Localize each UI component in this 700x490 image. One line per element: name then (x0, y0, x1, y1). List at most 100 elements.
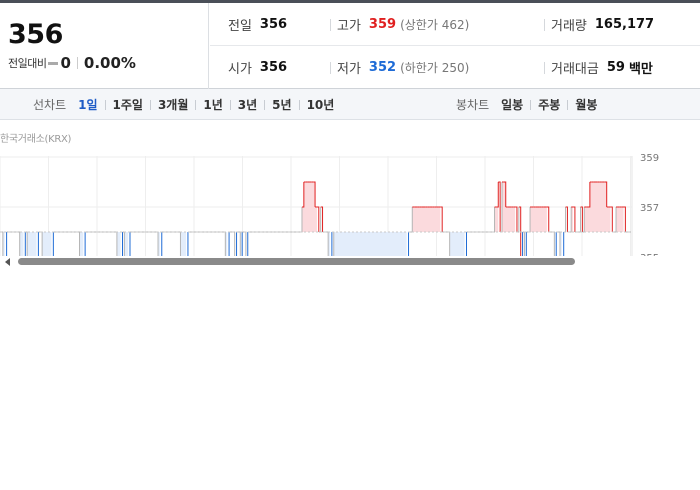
high-label: 고가 (337, 19, 361, 34)
current-price: 356 (8, 19, 63, 50)
volume: 거래량 165,177 (544, 3, 654, 46)
tab-1year[interactable]: 1년 (202, 96, 223, 113)
price-line-segment (465, 232, 467, 256)
tab-daily-candle[interactable]: 일봉 (500, 96, 524, 113)
divider (104, 99, 106, 110)
price-line-segment (326, 231, 329, 256)
price-line-segment (552, 231, 555, 256)
intraday-chart: 359357355 (0, 148, 700, 256)
price-line-segment (563, 207, 567, 233)
volume-label: 거래량 (551, 19, 587, 34)
price-line-segment (228, 232, 230, 256)
tab-10year[interactable]: 10년 (306, 96, 336, 113)
amount-unit: 백만 (628, 62, 653, 77)
price-line-segment (187, 232, 189, 256)
scroll-left-icon[interactable] (5, 258, 10, 266)
up-area (530, 207, 547, 232)
y-tick-label: 359 (640, 153, 659, 164)
price-line-segment (37, 232, 39, 256)
info-grid: 전일 356 고가 359 (상한가 462) 거래량 165,177 시가 3… (210, 3, 700, 89)
price-line-segment (52, 232, 54, 256)
y-tick-label: 357 (640, 203, 659, 214)
price-line-segment (331, 232, 333, 256)
price-line-segment (610, 206, 613, 232)
divider (264, 99, 266, 110)
down-area (42, 232, 52, 256)
chart-svg: 359357355 (0, 153, 659, 256)
price-line-segment (232, 231, 236, 256)
price-line-segment (40, 231, 43, 256)
price-line-segment (122, 232, 124, 256)
down-area (333, 232, 407, 256)
prev-close: 전일 356 (228, 3, 287, 46)
down-area (79, 232, 84, 256)
tab-3year[interactable]: 3년 (237, 96, 258, 113)
price-line-segment (244, 231, 247, 256)
price-line-segment (623, 206, 626, 232)
price-line-segment (223, 231, 226, 256)
exchange-label: 한국거래소(KRX) (0, 134, 72, 145)
amount-value: 59 (606, 60, 625, 75)
price-line-segment (300, 207, 303, 233)
price-line-segment (573, 206, 576, 232)
change-value: 0 (60, 54, 71, 72)
tab-1day[interactable]: 1일 (77, 96, 98, 113)
tab-monthly-candle[interactable]: 월봉 (574, 96, 598, 113)
down-area (124, 232, 129, 256)
price-line-segment (515, 206, 518, 232)
price-line-segment (614, 207, 617, 233)
price-line-segment (496, 182, 499, 208)
price-line-segment (161, 232, 163, 256)
flat-dash-icon (48, 61, 59, 65)
price-line-segment (129, 232, 131, 256)
info-row: 전일 356 고가 359 (상한가 462) 거래량 165,177 (210, 3, 700, 46)
candle-chart-title: 봉차트 (456, 98, 490, 112)
divider (567, 99, 569, 110)
price-line-segment (588, 182, 591, 208)
low-price: 저가 352 (하한가 250) (330, 46, 469, 89)
price-line-segment (578, 207, 582, 233)
price-line-segment (115, 231, 118, 256)
price-change: 전일대비 0 0.00% (8, 54, 136, 72)
quote-summary: 356 전일대비 0 0.00% 전일 356 고가 359 (상한가 462) (0, 3, 700, 89)
price-line-segment (569, 207, 572, 233)
tab-3month[interactable]: 3개월 (157, 96, 189, 113)
price-line-segment (563, 232, 565, 256)
high-value: 359 (368, 17, 397, 32)
tab-5year[interactable]: 5년 (271, 96, 292, 113)
price-line-segment (492, 207, 496, 233)
down-area (449, 232, 465, 256)
price-line-segment (410, 207, 413, 233)
price-box: 356 전일대비 0 0.00% (0, 3, 209, 89)
price-line-segment (440, 206, 443, 232)
lower-limit-label: (하한가 (400, 61, 438, 75)
chart-scrollbar[interactable] (0, 256, 700, 267)
up-area (616, 207, 624, 232)
line-chart-tabs: 선차트 1일 1주일 3개월 1년 3년 5년 10년 (33, 89, 335, 120)
price-line-segment (528, 207, 531, 233)
price-line-segment (1, 231, 4, 256)
divider (229, 99, 231, 110)
price-line-segment (301, 182, 305, 208)
price-line-segment (24, 232, 26, 256)
amount-label: 거래대금 (551, 62, 599, 77)
down-area (27, 232, 37, 256)
lower-limit-value: 250) (441, 61, 470, 75)
divider (149, 99, 151, 110)
lower-limit: (하한가 250) (400, 59, 469, 76)
chart-tabbar: 선차트 1일 1주일 3개월 1년 3년 5년 10년 봉차트 일봉 주봉 월봉 (0, 89, 700, 120)
down-area (19, 232, 24, 256)
price-line-segment (558, 231, 561, 256)
candle-chart-tabs: 봉차트 일봉 주봉 월봉 (456, 89, 598, 120)
price-line-segment (447, 231, 451, 256)
tab-weekly-candle[interactable]: 주봉 (537, 96, 561, 113)
price-line-segment (84, 232, 86, 256)
open-value: 356 (259, 60, 288, 75)
high-price: 고가 359 (상한가 462) (330, 3, 469, 46)
scroll-thumb[interactable] (18, 258, 575, 265)
tab-1week[interactable]: 1주일 (112, 96, 144, 113)
change-label: 전일대비 (8, 57, 47, 70)
low-label: 저가 (337, 62, 361, 77)
low-value: 352 (368, 60, 397, 75)
down-area (180, 232, 187, 256)
